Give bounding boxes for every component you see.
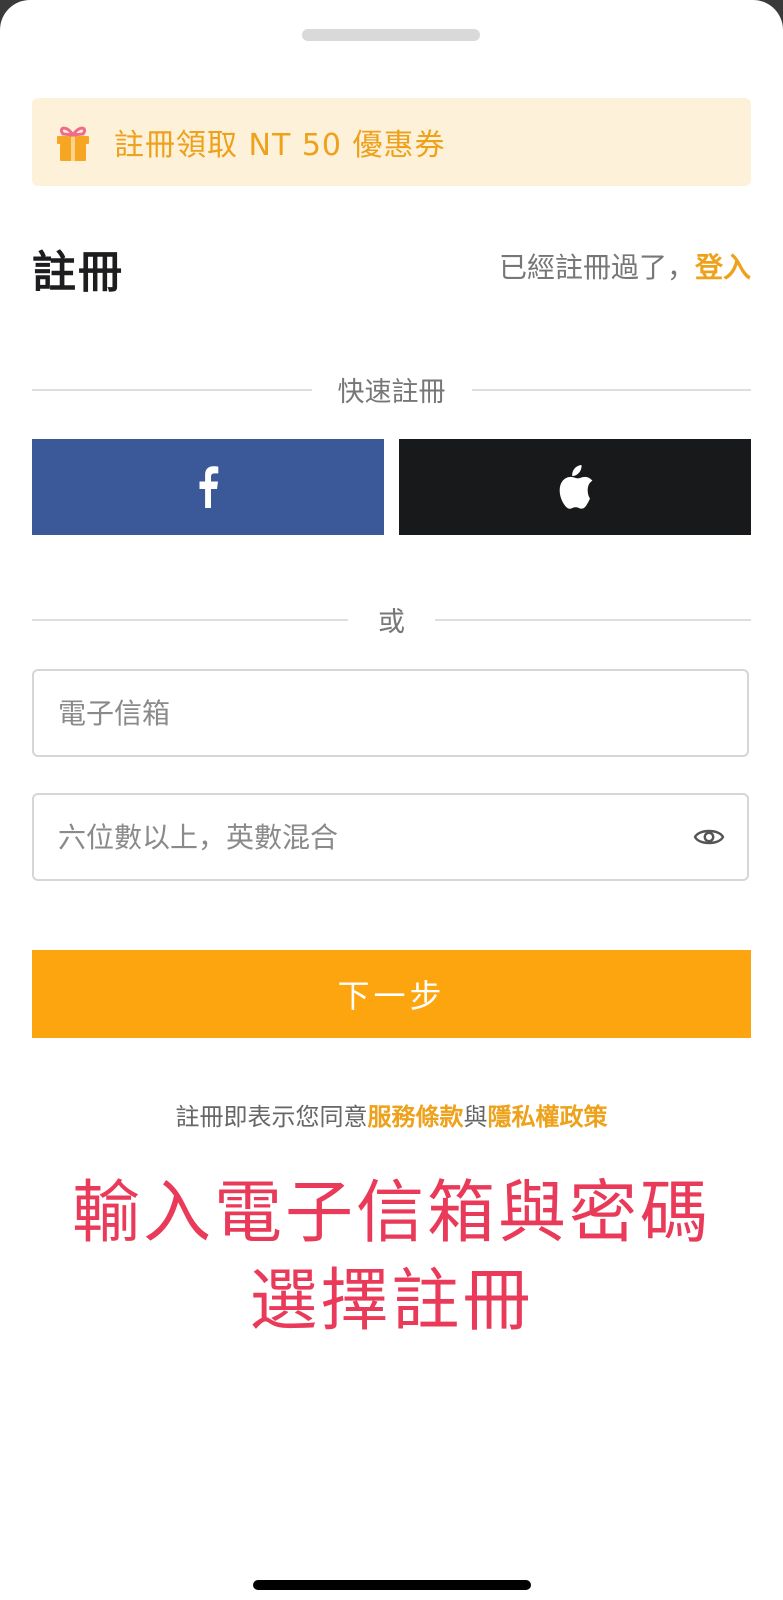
next-button[interactable]: 下一步 xyxy=(32,950,751,1038)
gift-icon xyxy=(57,126,89,161)
terms-prefix: 註冊即表示您同意 xyxy=(175,1103,368,1131)
apple-icon xyxy=(559,465,593,509)
divider-line xyxy=(471,388,751,391)
apple-signup-button[interactable] xyxy=(399,439,751,535)
facebook-icon xyxy=(199,466,219,508)
password-field-container xyxy=(32,793,749,881)
home-indicator xyxy=(253,1580,531,1590)
terms-notice: 註冊即表示您同意服務條款與隱私權政策 xyxy=(0,1097,783,1132)
or-divider: 或 xyxy=(32,600,751,639)
annotation-overlay: 輸入電子信箱與密碼 選擇註冊 xyxy=(0,1170,783,1346)
login-link[interactable]: 登入 xyxy=(695,251,751,284)
drag-handle[interactable] xyxy=(302,29,480,41)
quick-signup-divider: 快速註冊 xyxy=(32,370,751,409)
or-label: 或 xyxy=(378,607,405,638)
password-field[interactable] xyxy=(58,795,678,879)
page-title: 註冊 xyxy=(32,247,124,298)
eye-icon[interactable] xyxy=(693,823,725,851)
promo-text: 註冊領取 NT 50 優惠券 xyxy=(114,128,446,163)
divider-line xyxy=(435,618,751,621)
annotation-line-2: 選擇註冊 xyxy=(249,1262,534,1341)
annotation-line-1: 輸入電子信箱與密碼 xyxy=(71,1174,711,1253)
login-prompt-text: 已經註冊過了， xyxy=(498,251,695,284)
signup-sheet: 註冊領取 NT 50 優惠券 註冊 已經註冊過了，登入 快速註冊 或 電子信箱 … xyxy=(0,0,783,1600)
facebook-signup-button[interactable] xyxy=(32,439,384,535)
promo-banner[interactable]: 註冊領取 NT 50 優惠券 xyxy=(32,98,751,186)
terms-conjunction: 與 xyxy=(463,1103,488,1131)
login-prompt: 已經註冊過了，登入 xyxy=(499,246,751,286)
divider-line xyxy=(32,618,348,621)
divider-line xyxy=(32,388,312,391)
quick-signup-label: 快速註冊 xyxy=(337,377,446,408)
privacy-policy-link[interactable]: 隱私權政策 xyxy=(488,1103,608,1131)
terms-of-service-link[interactable]: 服務條款 xyxy=(368,1103,464,1131)
email-field-container xyxy=(32,669,749,757)
email-field[interactable] xyxy=(58,671,678,755)
